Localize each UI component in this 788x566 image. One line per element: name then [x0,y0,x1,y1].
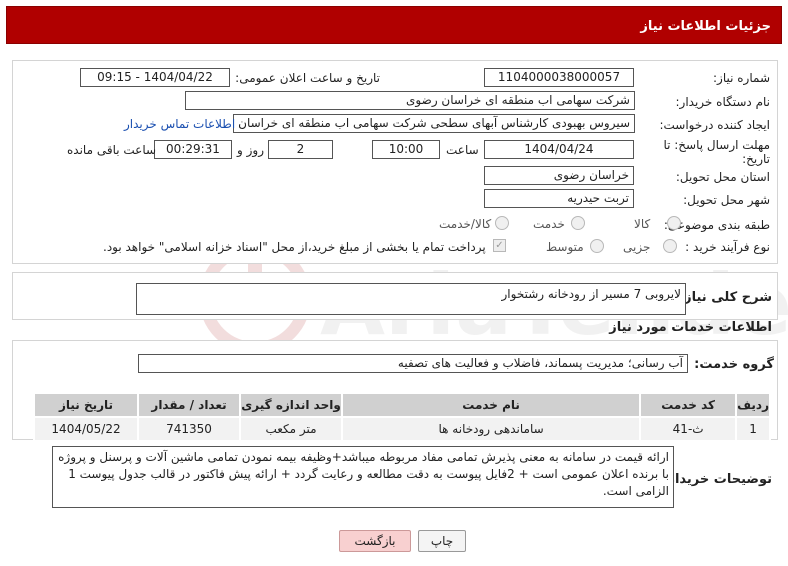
category-radio-goods[interactable] [667,216,681,230]
remaining-days-field[interactable]: 2 [268,140,333,159]
province-field[interactable]: خراسان رضوی [484,166,634,185]
remaining-time-field[interactable]: 00:29:31 [154,140,232,159]
th-unit: واحد اندازه گیری [239,392,344,418]
announce-datetime-label: تاریخ و ساعت اعلان عمومی: [235,71,380,85]
table-header-row: ردیف کد خدمت نام خدمت واحد اندازه گیری ت… [32,392,771,418]
need-number-label: شماره نیاز: [713,71,770,85]
summary-field[interactable]: لایروبی 7 مسیر از رودخانه رشتخوار [136,283,686,315]
th-row-number: ردیف [735,392,771,418]
need-number-field[interactable]: 1104000038000057 [484,68,634,87]
service-group-field[interactable]: آب رسانی؛ مدیریت پسماند، فاضلاب و فعالیت… [138,354,688,373]
summary-label: شرح کلی نیاز: [678,290,772,305]
deadline-label-date: تاریخ: [742,152,770,166]
purchase-type-option-medium: متوسط [546,240,584,254]
buyer-org-field[interactable]: شرکت سهامی اب منطقه ای خراسان رضوی [185,91,635,110]
cell-service-name: ساماندهی رودخانه ها [341,416,642,442]
cell-service-code: ث-41 [639,416,738,442]
buyer-org-label: نام دستگاه خریدار: [675,95,771,109]
category-radio-service[interactable] [571,216,585,230]
buyer-notes-label: توضیحات خریدار: [662,472,772,487]
cell-unit: متر مکعب [239,416,344,442]
purchase-type-option-minor: جزیی [623,240,651,254]
buyer-notes-field[interactable]: ارائه قیمت در سامانه به معنی پذیرش تمامی… [52,446,674,508]
table-row[interactable]: 1 ث-41 ساماندهی رودخانه ها متر مکعب 7413… [32,416,771,442]
purchase-type-label: نوع فرآیند خرید : [685,240,770,254]
deadline-time-label: ساعت [446,143,479,157]
service-group-label: گروه خدمت: [694,357,774,372]
creator-field[interactable]: سیروس بهبودی کارشناس آبهای سطحی شرکت سها… [233,114,635,133]
page-header: جزئیات اطلاعات نیاز [6,6,782,44]
city-label: شهر محل تحویل: [683,193,770,207]
remaining-time-label: ساعت باقی مانده [67,143,157,157]
treasury-payment-checkbox[interactable]: ✓ [493,239,506,252]
buyer-contact-link[interactable]: اطلاعات تماس خریدار [124,117,235,131]
back-button[interactable]: بازگشت [339,530,411,552]
purchase-type-radio-minor[interactable] [663,239,677,253]
deadline-date-field[interactable]: 1404/04/24 [484,140,634,159]
th-need-date: تاریخ نیاز [32,392,140,418]
deadline-time-field[interactable]: 10:00 [372,140,440,159]
purchase-type-radio-medium[interactable] [590,239,604,253]
category-option-service: خدمت [533,217,565,231]
city-field[interactable]: تربت حیدریه [484,189,634,208]
buyer-notes-text: ارائه قیمت در سامانه به معنی پذیرش تمامی… [58,450,669,498]
category-radio-goods-service[interactable] [495,216,509,230]
category-option-goods-service: کالا/خدمت [439,217,492,231]
cell-need-date: 1404/05/22 [32,416,140,442]
announce-datetime-field[interactable]: 1404/04/22 - 09:15 [80,68,230,87]
category-option-goods: کالا [634,217,651,231]
province-label: استان محل تحویل: [675,170,770,184]
services-table: ردیف کد خدمت نام خدمت واحد اندازه گیری ت… [32,392,771,442]
th-quantity: تعداد / مقدار [137,392,242,418]
th-service-code: کد خدمت [639,392,738,418]
th-service-name: نام خدمت [341,392,642,418]
cell-quantity: 741350 [137,416,242,442]
treasury-payment-note: پرداخت تمام یا بخشی از مبلغ خرید،از محل … [103,240,486,254]
page-title: جزئیات اطلاعات نیاز [640,19,771,34]
cell-row-number: 1 [735,416,771,442]
print-button[interactable]: چاپ [418,530,466,552]
services-section-title: اطلاعات خدمات مورد نیاز [609,320,772,335]
creator-label: ایجاد کننده درخواست: [659,118,770,132]
days-label: روز و [237,143,264,157]
summary-text: لایروبی 7 مسیر از رودخانه رشتخوار [501,287,682,301]
deadline-label: مهلت ارسال پاسخ: تا [663,138,770,152]
